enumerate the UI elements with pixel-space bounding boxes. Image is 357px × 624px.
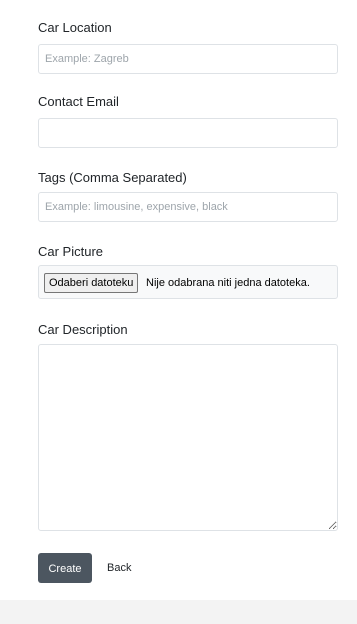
location-input[interactable] [38,44,338,74]
tags-label: Tags (Comma Separated) [38,170,187,185]
location-label: Car Location [38,20,112,35]
email-input[interactable] [38,118,338,148]
picture-label: Car Picture [38,244,104,259]
file-status-text: Nije odabrana niti jedna datoteka. [146,277,310,289]
description-label: Car Description [38,322,128,337]
form-card: Car Location Contact Email Tags (Comma S… [0,0,357,600]
create-button[interactable]: Create [38,553,92,583]
picture-file-input[interactable]: Odaberi datoteku Nije odabrana niti jedn… [38,265,338,299]
back-link[interactable]: Back [107,553,131,583]
choose-file-button[interactable]: Odaberi datoteku [44,273,139,293]
description-textarea[interactable] [38,344,338,531]
tags-input[interactable] [38,192,338,222]
email-label: Contact Email [38,94,119,109]
